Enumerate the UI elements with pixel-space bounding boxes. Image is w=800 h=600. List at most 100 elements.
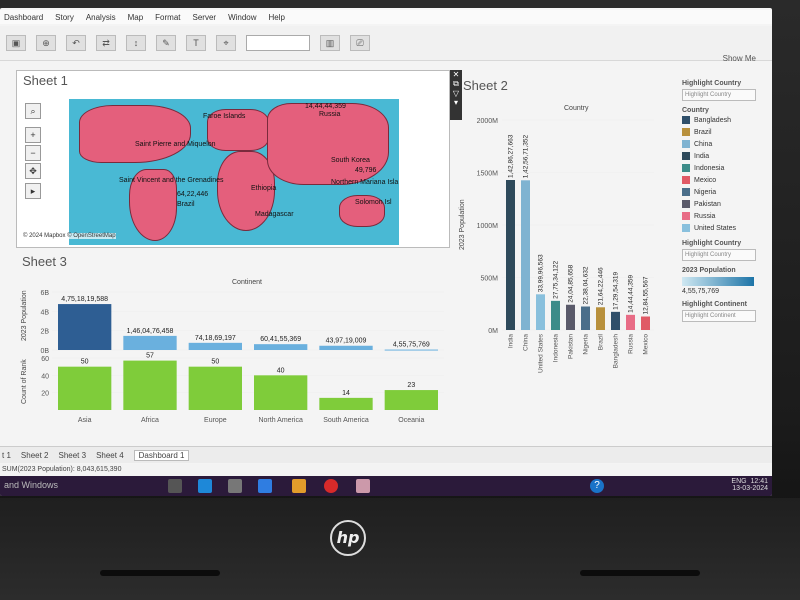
bar-value-label: 40 — [277, 367, 285, 374]
population-gradient-value: 4,55,75,769 — [682, 288, 719, 295]
bar — [566, 304, 575, 330]
sheet1-title: Sheet 1 — [23, 73, 68, 88]
y-tick-label: 6B — [40, 290, 49, 297]
paint-icon[interactable] — [292, 479, 306, 493]
menu-item[interactable]: Dashboard — [4, 13, 43, 22]
bar — [254, 344, 308, 350]
bar — [521, 180, 530, 330]
map-label: 64,22,446 — [177, 191, 209, 198]
legend-item[interactable]: Mexico — [682, 174, 766, 186]
menu-item[interactable]: Story — [55, 13, 74, 22]
opera-icon[interactable] — [324, 479, 338, 493]
map-attribution: © 2024 Mapbox © OpenStreetMap — [23, 233, 116, 239]
legend-item[interactable]: Pakistan — [682, 198, 766, 210]
edge-icon[interactable] — [198, 479, 212, 493]
zoom-out-icon[interactable]: − — [25, 145, 41, 161]
y-axis-label: Count of Rank — [21, 359, 28, 404]
bar — [536, 294, 545, 330]
sheet2-title: Sheet 2 — [463, 78, 508, 93]
bar — [319, 345, 373, 350]
map-label: Northern Mariana Isla — [331, 179, 399, 186]
y-axis-label: 2023 Population — [459, 199, 466, 250]
legend-item[interactable]: Brazil — [682, 126, 766, 138]
menu-item[interactable]: Server — [193, 13, 217, 22]
bar — [188, 342, 242, 350]
undo-icon[interactable]: ↶ — [66, 35, 86, 51]
fix-axes-icon[interactable]: ⌖ — [216, 35, 236, 51]
legend-swatch — [682, 128, 690, 136]
store-icon[interactable] — [228, 479, 242, 493]
search-icon[interactable]: ⌕ — [25, 103, 41, 119]
legend-swatch — [682, 212, 690, 220]
country-population-chart: Country 2023 Population 0M 500M 1000M 1500M 20… — [459, 105, 654, 373]
presentation-icon[interactable]: ⎚ — [350, 35, 370, 51]
legend-item[interactable]: Russia — [682, 210, 766, 222]
clock-time[interactable]: 12:41 — [750, 478, 768, 485]
bar — [611, 311, 620, 330]
toolbar: ▣ ⊕ ↶ ⇄ ↕ ✎ T ⌖ ▥ ⎚ Show Me — [0, 26, 772, 63]
sheet-tab[interactable]: t 1 — [2, 451, 11, 460]
legend-swatch — [682, 140, 690, 148]
highlight-country-input[interactable]: Highlight Country — [682, 89, 756, 101]
legend-label: Bangladesh — [694, 116, 731, 124]
map-label: Russia — [319, 111, 341, 118]
sheet-tab[interactable]: Sheet 2 — [21, 451, 49, 460]
menu-item[interactable]: Analysis — [86, 13, 116, 22]
y-tick-label: 2000M — [477, 118, 499, 125]
menu-item[interactable]: Map — [128, 13, 144, 22]
menu-item[interactable]: Format — [155, 13, 180, 22]
zoom-in-icon[interactable]: + — [25, 127, 41, 143]
legend-label: Pakistan — [694, 200, 721, 208]
dropbox-icon[interactable] — [258, 479, 272, 493]
sheet-tab[interactable]: Dashboard 1 — [133, 449, 190, 461]
highlight-country-input-2[interactable]: Highlight Country — [682, 249, 756, 261]
legend-item[interactable]: Bangladesh — [682, 114, 766, 126]
legend-label: China — [694, 140, 713, 148]
taskbar-search-text[interactable]: and Windows — [4, 480, 58, 490]
bar-value-label: 1,42,56,71,352 — [523, 135, 530, 179]
legend-item[interactable]: China — [682, 138, 766, 150]
language-indicator[interactable]: ENG — [731, 478, 746, 485]
legend-item[interactable]: Indonesia — [682, 162, 766, 174]
highlight-continent-input[interactable]: Highlight Continent — [682, 310, 756, 322]
legend-item[interactable]: Nigeria — [682, 186, 766, 198]
hinge — [100, 570, 220, 576]
legend-label: Russia — [694, 212, 716, 220]
bar-value-label: 50 — [81, 359, 89, 366]
bar-value-label: 74,18,69,197 — [195, 335, 236, 342]
x-tick-label: Russia — [628, 334, 635, 354]
sheet-tab[interactable]: Sheet 3 — [58, 451, 86, 460]
task-view-icon[interactable] — [168, 479, 182, 493]
x-tick-label: Pakistan — [568, 334, 575, 359]
population-gradient — [682, 277, 754, 286]
tableau-icon[interactable] — [356, 479, 370, 493]
play-icon[interactable]: ▸ — [25, 183, 41, 199]
legend-item[interactable]: India — [682, 150, 766, 162]
menu-item[interactable]: Window — [228, 13, 256, 22]
map-label: Saint Vincent and the Grenadines — [119, 177, 224, 184]
x-tick-label: South America — [323, 417, 369, 424]
label-icon[interactable]: T — [186, 35, 206, 51]
sheet-tab[interactable]: Sheet 4 — [96, 451, 124, 460]
sort-icon[interactable]: ↕ — [126, 35, 146, 51]
legend-swatch — [682, 188, 690, 196]
map-label: Faroe Islands — [203, 113, 246, 120]
map-label: Brazil — [177, 201, 195, 208]
new-sheet-icon[interactable]: ⊕ — [36, 35, 56, 51]
fit-dropdown[interactable] — [246, 35, 310, 51]
highlight-icon[interactable]: ✎ — [156, 35, 176, 51]
legend-item[interactable]: United States — [682, 222, 766, 234]
x-tick-label: India — [508, 334, 515, 348]
swap-icon[interactable]: ⇄ — [96, 35, 116, 51]
y-axis-label: 2023 Population — [21, 290, 28, 341]
help-icon[interactable]: ? — [590, 479, 604, 493]
legend-label: India — [694, 152, 710, 160]
x-tick-label: Mexico — [643, 334, 650, 355]
chart-icon[interactable]: ▥ — [320, 35, 340, 51]
sheet3-title: Sheet 3 — [22, 254, 67, 269]
world-map[interactable]: 14,44,44,359 Russia Faroe Islands Saint … — [69, 99, 399, 245]
pan-icon[interactable]: ✥ — [25, 163, 41, 179]
show-me-button[interactable]: Show Me — [723, 54, 756, 63]
save-icon[interactable]: ▣ — [6, 35, 26, 51]
menu-item[interactable]: Help — [269, 13, 285, 22]
